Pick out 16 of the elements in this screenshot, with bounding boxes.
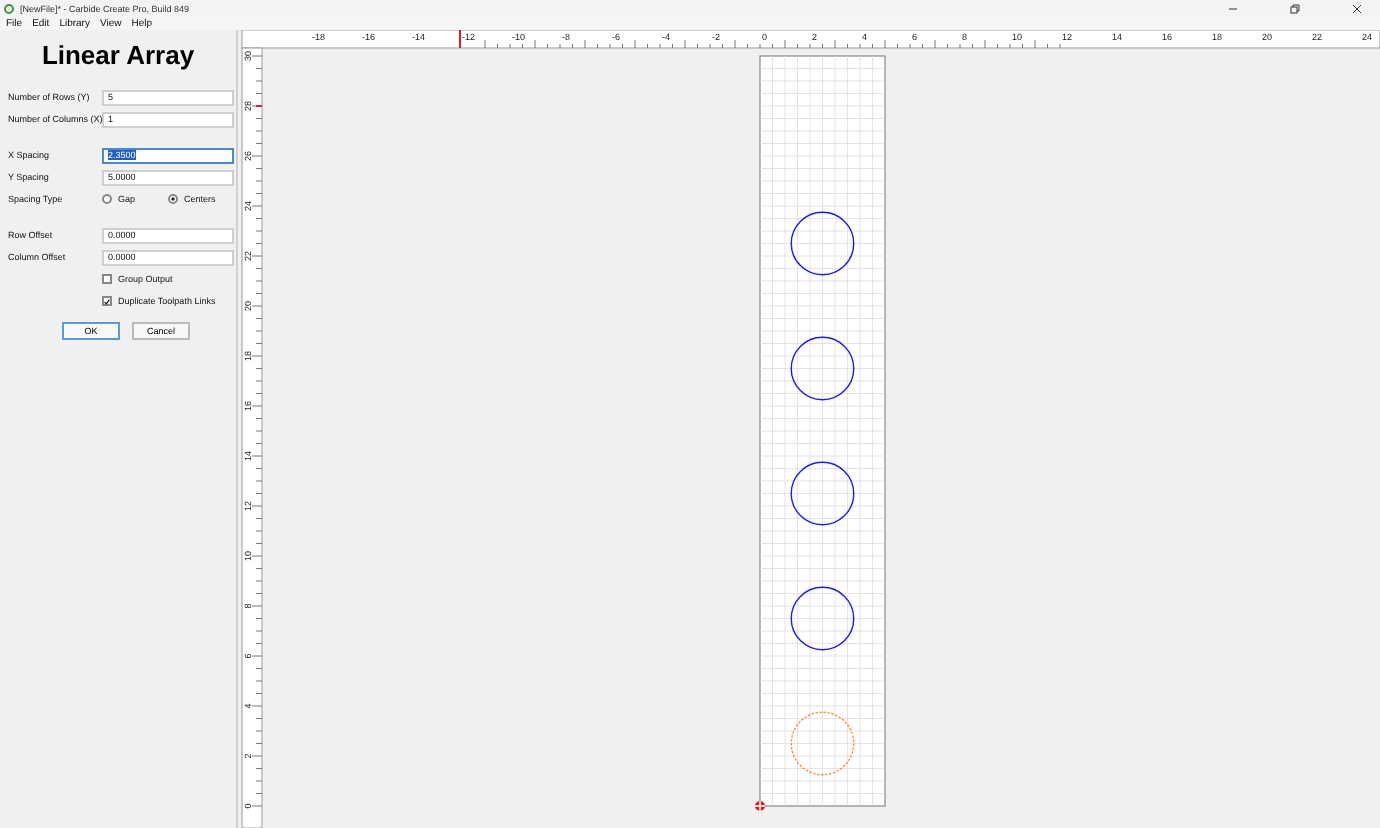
cursor-marker [255,105,263,107]
radio-button[interactable] [102,194,112,204]
circle-shape[interactable] [790,336,855,401]
circle-shape[interactable] [790,461,855,526]
checkbox[interactable] [102,296,112,306]
panel-title: Linear Array [39,40,197,70]
restore-icon[interactable] [1290,3,1300,13]
cursor-marker [459,30,461,49]
origin-icon [754,800,766,812]
radio-button[interactable] [168,194,178,204]
circle-shape[interactable] [790,586,855,651]
checkbox[interactable] [102,274,112,284]
close-icon[interactable] [1352,3,1362,13]
app-icon [4,3,14,13]
minimize-icon[interactable] [1228,3,1238,13]
circle-shape[interactable] [790,211,855,276]
